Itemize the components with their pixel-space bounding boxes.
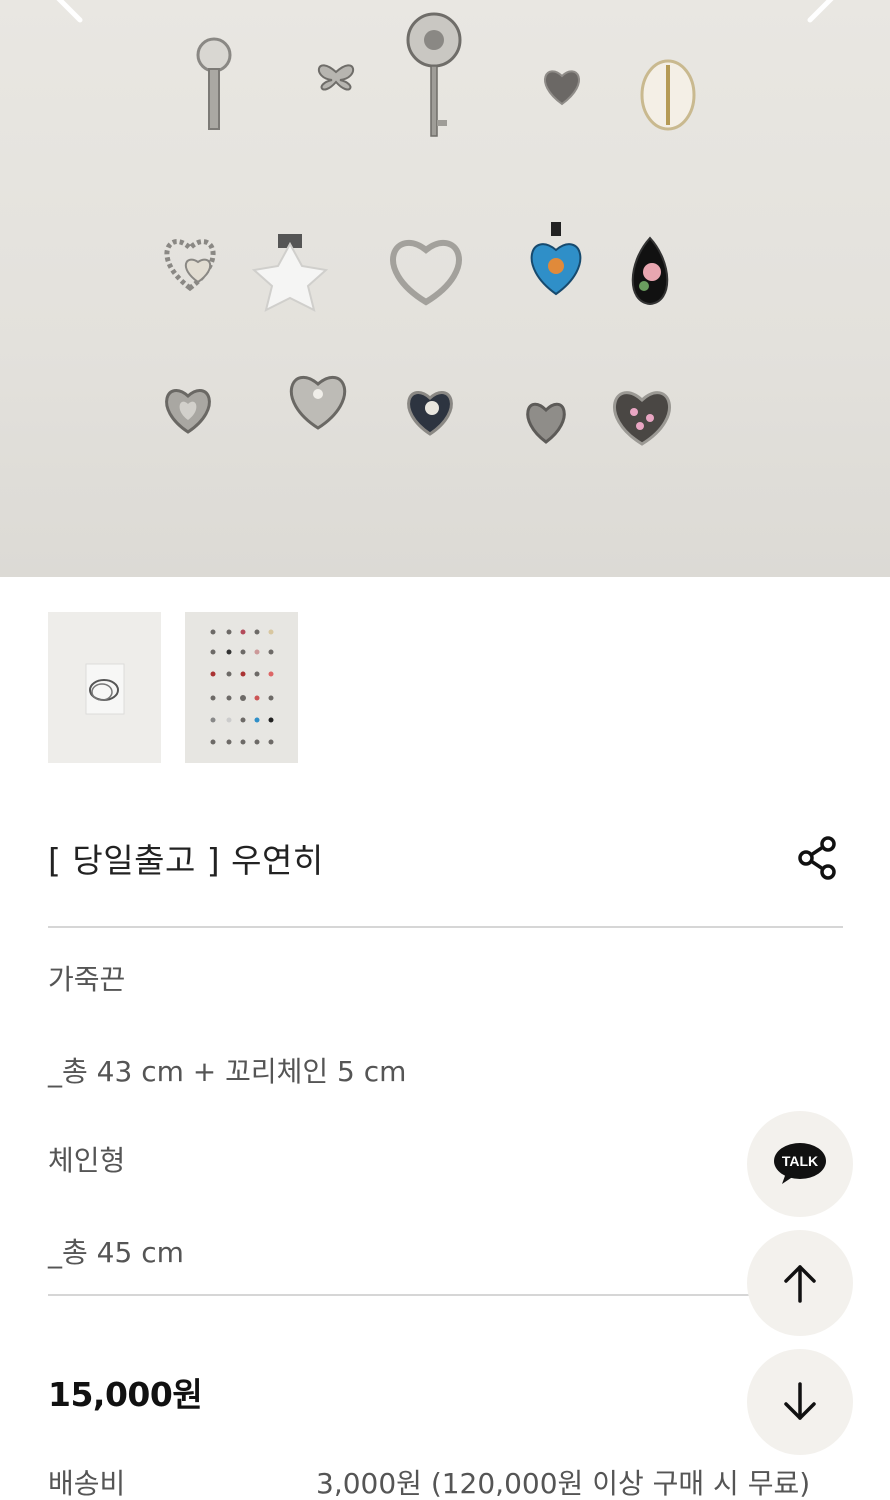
description-line-1: 가죽끈 (48, 963, 126, 996)
product-title: [ 당일출고 ] 우연히 (48, 841, 324, 880)
description-line-4: _총 45 cm (48, 1236, 184, 1269)
share-icon[interactable] (794, 834, 842, 882)
kakao-talk-icon: TALK (774, 1143, 826, 1184)
arrow-down-icon (784, 1382, 816, 1420)
arrow-up-icon (784, 1265, 816, 1303)
charms-illustration (164, 12, 696, 446)
shipping-value: 3,000원 (120,000원 이상 구매 시 무료) (316, 1467, 811, 1500)
thumbnail-1[interactable] (48, 612, 161, 763)
description-line-2: _총 43 cm + 꼬리체인 5 cm (48, 1055, 407, 1088)
product-price: 15,000원 (48, 1375, 203, 1414)
scroll-up-button[interactable] (747, 1230, 853, 1336)
thumbnail-2[interactable] (185, 612, 298, 763)
shipping-label: 배송비 (48, 1467, 126, 1500)
divider-top (48, 926, 843, 928)
kakao-talk-button[interactable]: TALK (747, 1111, 853, 1217)
divider-middle (48, 1294, 843, 1296)
description-line-3: 체인형 (48, 1144, 126, 1177)
product-main-image[interactable] (0, 0, 890, 577)
thumbnail-list (48, 612, 298, 763)
talk-label: TALK (782, 1153, 818, 1169)
scroll-down-button[interactable] (747, 1349, 853, 1455)
